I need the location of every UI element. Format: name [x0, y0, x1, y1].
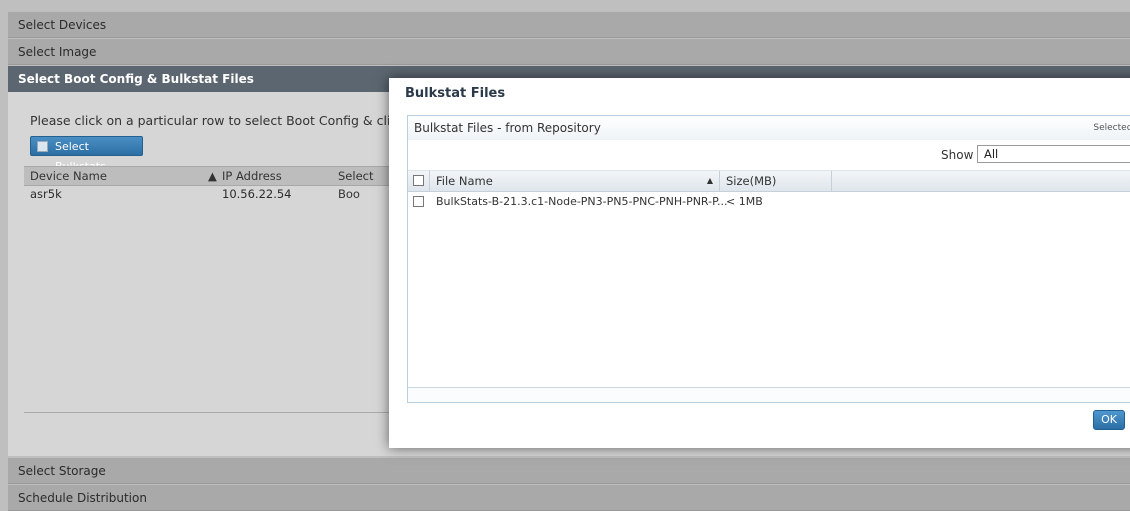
device-table-header: Device Name ▲ IP Address Select Boo — [24, 166, 394, 201]
bulkstat-files-panel: Bulkstat Files - from Repository Selecte… — [407, 115, 1130, 403]
bulkstat-files-dialog: Bulkstat Files Bulkstat Files - from Rep… — [389, 78, 1130, 448]
column-file-name-label: File Name — [436, 174, 493, 188]
instruction-text: Please click on a particular row to sele… — [30, 113, 448, 128]
table-row[interactable]: asr5k 10.56.22.54 — [24, 185, 394, 203]
select-all-checkbox[interactable] — [413, 175, 424, 186]
selected-count: Selected 0 — [1093, 123, 1130, 133]
show-filter-select[interactable]: All — [977, 145, 1130, 163]
select-all-cell — [408, 171, 430, 191]
panel-header: Bulkstat Files - from Repository Selecte… — [408, 116, 1130, 141]
column-ip-address[interactable]: IP Address — [222, 167, 282, 185]
section-select-devices-label: Select Devices — [18, 18, 107, 32]
files-table-header: File Name ▲ Size(MB) — [408, 171, 1130, 192]
panel-footer — [408, 387, 1130, 402]
ok-button[interactable]: OK — [1093, 410, 1125, 430]
file-size-cell: < 1MB — [726, 195, 763, 208]
table-row[interactable]: BulkStats-B-21.3.c1-Node-PN3-PN5-PNC-PNH… — [408, 192, 1130, 212]
column-size-label: Size(MB) — [726, 174, 777, 188]
divider — [24, 412, 394, 413]
sort-ascending-icon[interactable]: ▲ — [208, 167, 217, 185]
section-select-storage-label: Select Storage — [18, 464, 106, 478]
column-device-name[interactable]: Device Name — [30, 167, 107, 185]
select-bulkstats-button[interactable]: Select Bulkstats — [30, 136, 143, 173]
device-name-cell: asr5k — [30, 187, 62, 201]
section-select-image[interactable]: Select Image — [8, 39, 1130, 65]
row-checkbox[interactable] — [413, 196, 424, 207]
dialog-title: Bulkstat Files — [405, 86, 506, 101]
checkbox-icon — [37, 141, 48, 152]
column-file-name[interactable]: File Name ▲ — [430, 171, 720, 191]
ip-address-cell: 10.56.22.54 — [222, 187, 292, 201]
section-select-image-label: Select Image — [18, 45, 97, 59]
section-schedule-distribution[interactable]: Schedule Distribution — [8, 485, 1130, 511]
panel-title: Bulkstat Files - from Repository — [414, 121, 601, 135]
section-schedule-distribution-label: Schedule Distribution — [18, 491, 147, 505]
show-label: Show — [941, 148, 974, 162]
section-boot-config-label: Select Boot Config & Bulkstat Files — [18, 72, 254, 86]
sort-ascending-icon: ▲ — [706, 176, 713, 185]
column-size[interactable]: Size(MB) — [720, 171, 832, 191]
section-select-devices[interactable]: Select Devices — [8, 12, 1130, 38]
filter-bar: Show All — [408, 140, 1130, 171]
section-select-storage[interactable]: Select Storage — [8, 458, 1130, 484]
file-name-cell: BulkStats-B-21.3.c1-Node-PN3-PN5-PNC-PNH… — [436, 195, 728, 208]
